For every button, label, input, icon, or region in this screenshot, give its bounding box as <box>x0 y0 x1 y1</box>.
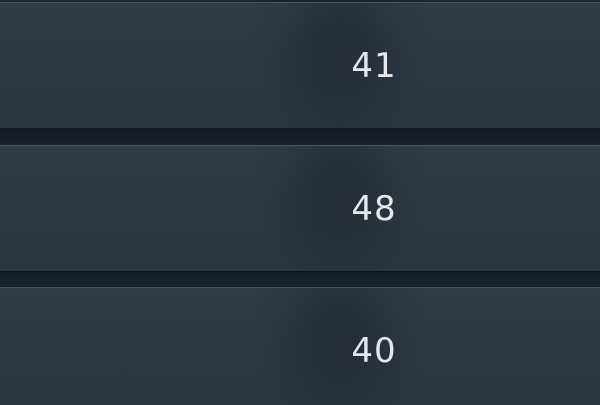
row-divider <box>0 129 600 145</box>
row-value: 41 <box>351 45 397 86</box>
list-row[interactable]: 48 <box>0 145 600 272</box>
row-value: 48 <box>351 188 397 229</box>
list-row[interactable]: 41 <box>0 2 600 129</box>
row-value: 40 <box>351 330 397 371</box>
list-row[interactable]: 40 <box>0 287 600 405</box>
row-divider <box>0 272 600 287</box>
stats-list: 41 48 40 <box>0 0 600 405</box>
